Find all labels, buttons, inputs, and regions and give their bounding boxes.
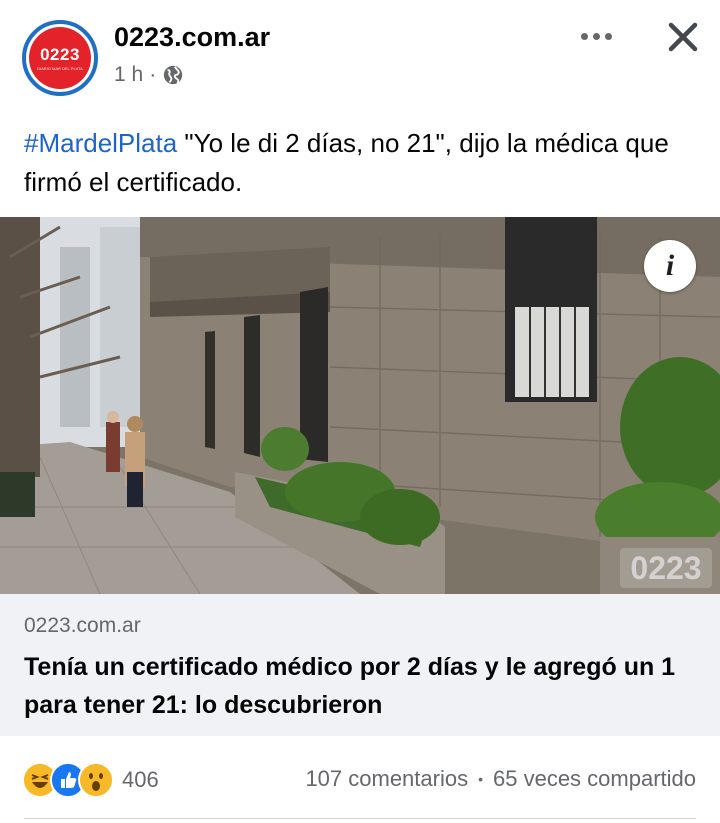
post-stats: 107 comentarios • 65 veces compartido [305, 766, 696, 792]
link-preview[interactable]: 0223.com.ar Tenía un certificado médico … [0, 594, 720, 736]
post-time[interactable]: 1 h [114, 63, 143, 87]
comments-count[interactable]: 107 comentarios [305, 766, 468, 792]
stats-separator: • [478, 771, 483, 787]
post-header: 0223 DIARIO MAR DEL PLATA 0223.com.ar 1 … [0, 0, 720, 110]
avatar-tagline: DIARIO MAR DEL PLATA [37, 66, 83, 71]
reactions-summary[interactable]: 406 [22, 762, 159, 798]
close-icon[interactable] [664, 18, 702, 56]
page-name-link[interactable]: 0223.com.ar [114, 22, 270, 53]
more-icon[interactable] [578, 26, 614, 46]
street-photo [0, 217, 720, 594]
post-text: #MardelPlata "Yo le di 2 días, no 21", d… [24, 124, 704, 202]
post-footer: 406 107 comentarios • 65 veces compartid… [0, 750, 720, 806]
shares-count[interactable]: 65 veces compartido [493, 766, 696, 792]
wow-reaction-icon [78, 762, 114, 798]
avatar-logo-text: 0223 [40, 45, 80, 64]
image-watermark: 0223 [620, 548, 712, 588]
hashtag-link[interactable]: #MardelPlata [24, 128, 177, 158]
page-avatar[interactable]: 0223 DIARIO MAR DEL PLATA [22, 20, 98, 96]
link-image[interactable] [0, 217, 720, 594]
link-domain: 0223.com.ar [24, 614, 141, 637]
post-meta: 1 h · [114, 63, 184, 87]
meta-separator: · [149, 63, 157, 86]
link-title[interactable]: Tenía un certificado médico por 2 días y… [24, 648, 704, 724]
reaction-count: 406 [122, 767, 159, 792]
info-icon[interactable]: i [644, 240, 696, 292]
globe-icon [164, 65, 183, 85]
divider [24, 818, 696, 819]
avatar-logo: 0223 DIARIO MAR DEL PLATA [29, 27, 91, 89]
